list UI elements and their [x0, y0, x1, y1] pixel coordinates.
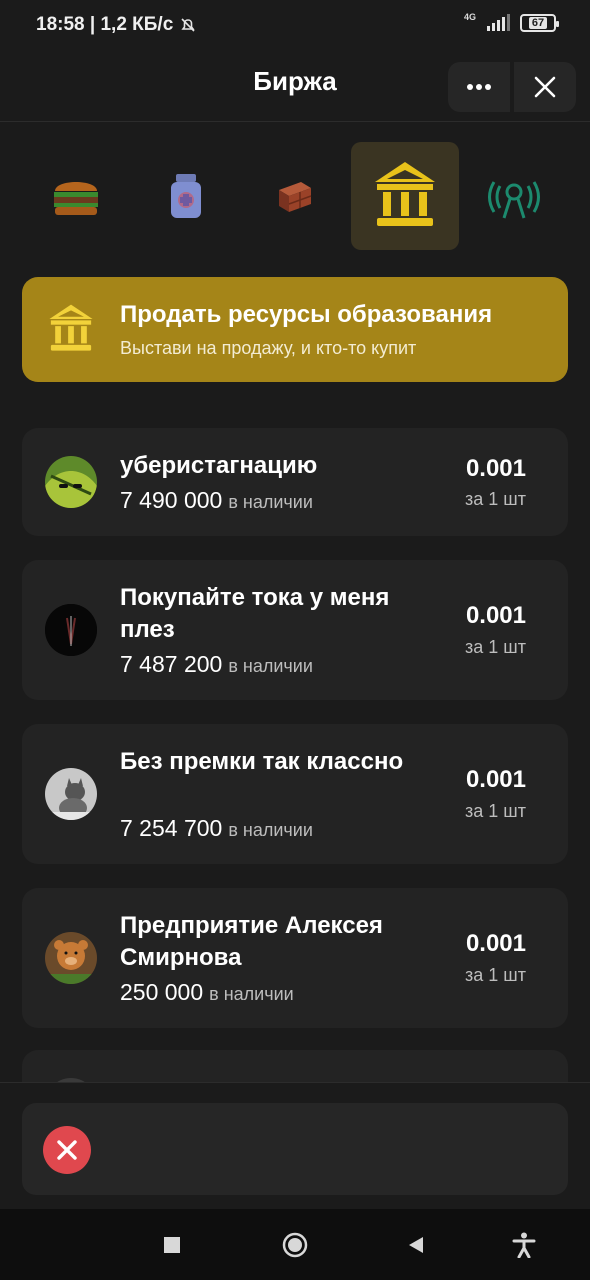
accessibility-button[interactable]	[506, 1227, 542, 1263]
bottom-panel	[0, 1082, 590, 1209]
avatar	[45, 456, 97, 508]
listing-unit: за 1 шт	[465, 801, 526, 821]
listing-quantity: 7 254 700 в наличии	[120, 815, 313, 842]
error-close-icon[interactable]	[43, 1126, 91, 1174]
status-time-speed: 18:58 | 1,2 КБ/с	[36, 14, 174, 35]
recent-apps-button[interactable]	[154, 1227, 190, 1263]
back-triangle-icon	[409, 1237, 423, 1253]
circle-home-icon	[282, 1232, 308, 1258]
square-icon	[164, 1237, 180, 1253]
accessibility-icon	[512, 1232, 536, 1258]
close-icon	[534, 76, 556, 98]
signal-icon	[487, 14, 510, 31]
banner-title: Продать ресурсы образования	[120, 301, 493, 328]
listing-quantity: 7 490 000 в наличии	[120, 487, 313, 514]
quantity-value: 7 254 700	[120, 815, 223, 841]
category-tabs	[22, 142, 568, 252]
listing-price: 0.001	[465, 930, 526, 957]
avatar	[45, 768, 97, 820]
listing-price: 0.001	[465, 766, 526, 793]
institution-icon	[374, 162, 435, 226]
quantity-suffix: в наличии	[228, 492, 313, 512]
error-toast	[22, 1103, 568, 1195]
listing-name: уберистагнацию	[120, 452, 318, 479]
broadcast-tower-icon	[488, 181, 540, 219]
quantity-value: 7 490 000	[120, 487, 223, 513]
system-nav-bar	[0, 1209, 590, 1280]
list-item[interactable]: Покупайте тока у меня плез 7 487 200 в на…	[22, 560, 568, 700]
exchange-screen: 18:58 | 1,2 КБ/с 4G 67 Биржа Продать рес…	[0, 0, 590, 1280]
quantity-value: 7 487 200	[120, 651, 223, 677]
tab-food[interactable]	[22, 142, 130, 250]
listing-unit: за 1 шт	[465, 489, 526, 509]
sell-resources-banner[interactable]: Продать ресурсы образования Выстави на п…	[22, 277, 568, 382]
listing-name: Покупайте тока у меня плез	[120, 584, 390, 643]
brick-icon	[279, 182, 312, 212]
home-button[interactable]	[277, 1227, 313, 1263]
tab-communication[interactable]	[460, 142, 568, 250]
medicine-jar-icon	[170, 174, 201, 218]
close-button[interactable]	[514, 62, 576, 112]
listing-name: Без премки так классно	[120, 748, 404, 775]
quantity-value: 250 000	[120, 979, 204, 1005]
listing-quantity: 7 487 200 в наличии	[120, 651, 313, 678]
status-bar: 18:58 | 1,2 КБ/с 4G 67	[0, 0, 590, 56]
list-item[interactable]: уберистагнацию 7 490 000 в наличии 0.001 …	[22, 428, 568, 536]
quantity-suffix: в наличии	[209, 984, 294, 1004]
header: Биржа	[0, 56, 590, 122]
quantity-suffix: в наличии	[228, 820, 313, 840]
institution-icon	[49, 304, 93, 351]
banner-subtitle: Выстави на продажу, и кто-то купит	[120, 338, 417, 358]
muted-bell-icon	[181, 18, 195, 32]
listing-quantity: 250 000 в наличии	[120, 979, 294, 1006]
more-button[interactable]	[448, 62, 510, 112]
back-button[interactable]	[398, 1227, 434, 1263]
listing-unit: за 1 шт	[465, 965, 526, 985]
burger-icon	[54, 182, 98, 215]
battery-level: 67	[528, 17, 548, 29]
listing-price: 0.001	[465, 602, 526, 629]
network-type: 4G	[463, 12, 476, 22]
avatar	[45, 604, 97, 656]
list-item[interactable]: Без премки так классно 7 254 700 в наличи…	[22, 724, 568, 864]
tab-materials[interactable]	[241, 142, 349, 250]
status-left: 18:58 | 1,2 КБ/с	[36, 14, 197, 36]
listing-unit: за 1 шт	[465, 637, 526, 657]
more-dots-icon	[467, 84, 491, 90]
listing-name: Предприятие Алексея Смирнова	[120, 912, 383, 971]
status-right: 4G 67	[463, 12, 559, 32]
list-item[interactable]: Предприятие Алексея Смирнова 250 000 в на…	[22, 888, 568, 1028]
tab-medicine[interactable]	[132, 142, 240, 250]
listing-price: 0.001	[465, 455, 526, 482]
avatar	[45, 932, 97, 984]
tab-education[interactable]	[350, 142, 459, 250]
battery-icon: 67	[520, 14, 559, 32]
quantity-suffix: в наличии	[228, 656, 313, 676]
